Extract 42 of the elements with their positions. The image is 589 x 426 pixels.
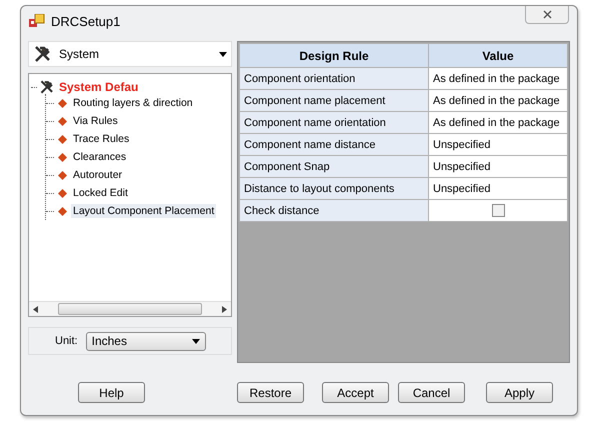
app-icon (29, 14, 45, 28)
table-cell: Component orientation (240, 68, 428, 90)
left-arrow-icon (33, 306, 38, 312)
table-cell: Unspecified (428, 178, 568, 200)
unit-label: Unit: (55, 335, 78, 347)
table-cell: Component Snap (240, 156, 428, 178)
tree-item[interactable]: Trace Rules (71, 132, 132, 146)
column-header: Design Rule (240, 44, 428, 68)
tree-item[interactable]: Routing layers & direction (71, 96, 195, 110)
caret-icon (192, 338, 200, 344)
dialog-button[interactable]: Help (78, 382, 145, 403)
table-cell: Component name orientation (240, 112, 428, 134)
table-cell: Distance to layout components (240, 178, 428, 200)
right-arrow-icon (222, 306, 227, 312)
table-cell: As defined in the package (428, 90, 568, 112)
close-button[interactable] (525, 6, 569, 24)
close-icon (542, 10, 552, 19)
tree-item[interactable]: Locked Edit (71, 186, 130, 200)
rule-set-dropdown[interactable]: System (28, 41, 232, 67)
table-cell: Unspecified (428, 134, 568, 156)
dialog-button[interactable]: Restore (237, 382, 304, 403)
table-cell: Unspecified (428, 156, 568, 178)
table-cell: Component name placement (240, 90, 428, 112)
dialog-button[interactable]: Accept (322, 382, 389, 403)
unit-dropdown[interactable]: Inches (86, 332, 206, 350)
table-cell: Check distance (240, 200, 428, 222)
checkbox[interactable] (492, 204, 504, 217)
scrollbar-thumb[interactable] (58, 303, 202, 315)
table-cell: Component name distance (240, 134, 428, 156)
dialog-button[interactable]: Cancel (398, 382, 465, 403)
dialog-button[interactable]: Apply (486, 382, 553, 403)
tree-item[interactable]: Autorouter (71, 168, 124, 182)
tree-item[interactable]: Layout Component Placement (71, 204, 216, 218)
horizontal-scrollbar[interactable] (29, 301, 231, 316)
tree-item[interactable]: Via Rules (71, 114, 120, 128)
column-header: Value (428, 44, 568, 68)
tree-root-item[interactable]: System Defau (59, 80, 138, 94)
caret-icon (219, 52, 227, 56)
table-cell: As defined in the package (428, 112, 568, 134)
tree-item[interactable]: Clearances (71, 150, 128, 164)
window-title: DRCSetup1 (51, 14, 120, 28)
table-cell: As defined in the package (428, 68, 568, 90)
